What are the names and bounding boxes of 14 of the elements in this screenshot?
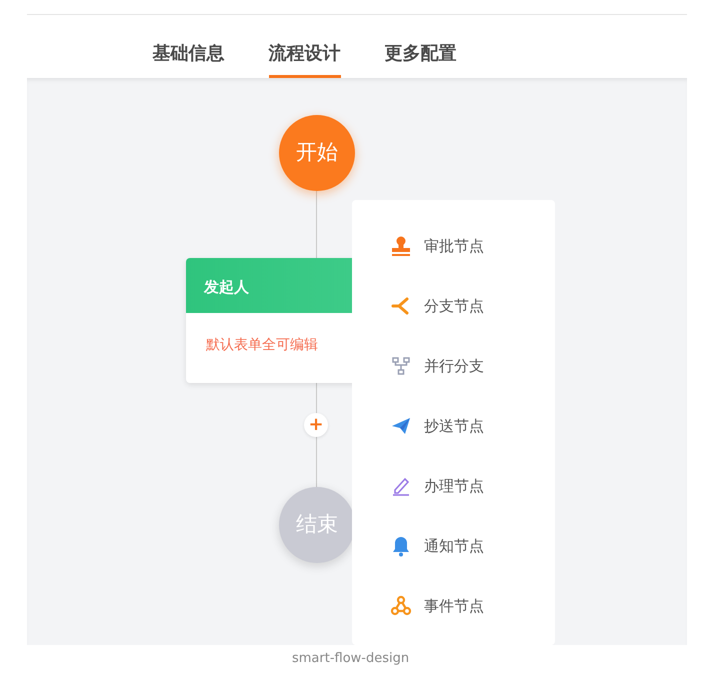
- menu-item[interactable]: 抄送节点: [352, 396, 555, 456]
- menu-item[interactable]: 事件节点: [352, 576, 555, 636]
- bell-icon: [390, 535, 412, 557]
- tab[interactable]: 更多配置: [384, 15, 456, 78]
- caption: smart-flow-design: [292, 651, 410, 667]
- tab[interactable]: 基础信息: [152, 15, 224, 78]
- pen-icon: [390, 475, 412, 497]
- node-description: 默认表单全可编辑: [205, 336, 319, 355]
- parallel-icon: [390, 355, 412, 377]
- menu-item[interactable]: 通知节点: [352, 516, 555, 576]
- network-icon: [390, 595, 412, 617]
- menu-item[interactable]: 办理节点: [352, 456, 555, 516]
- stamp-icon: [390, 235, 412, 257]
- start-node: 开始: [279, 115, 355, 191]
